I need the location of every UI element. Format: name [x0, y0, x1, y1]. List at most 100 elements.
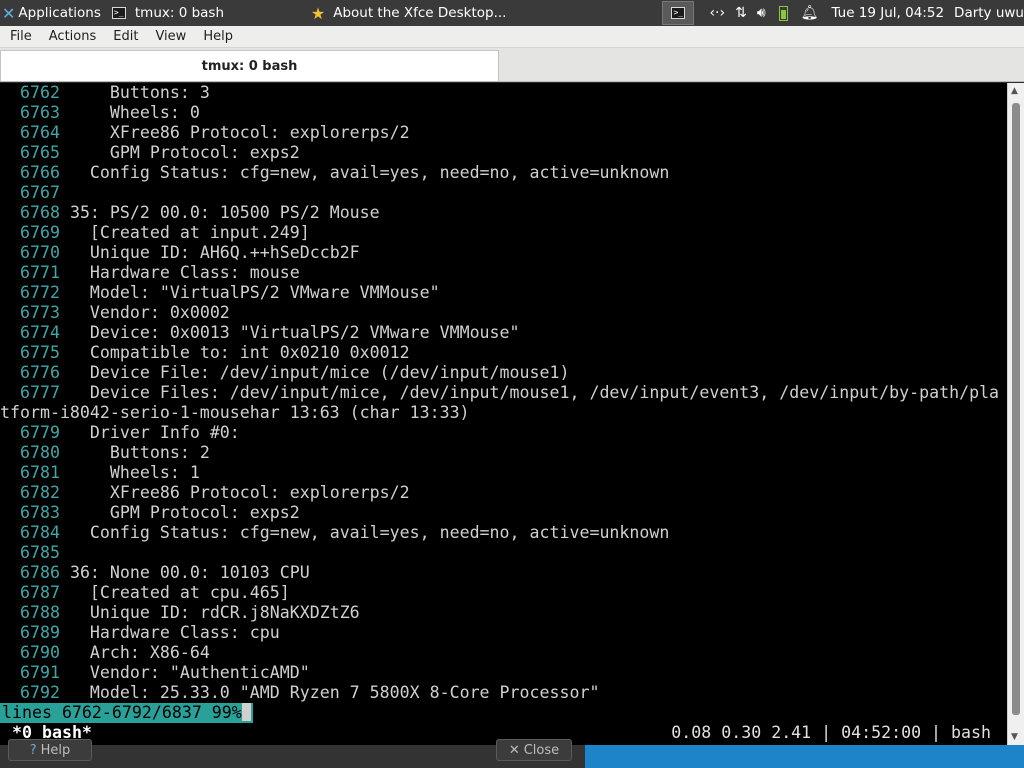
- line-number: 6789: [19, 623, 60, 642]
- help-label: Help: [40, 742, 71, 758]
- menu-view[interactable]: View: [145, 29, 193, 44]
- line-text: 36: None 00.0: 10103 CPU: [69, 563, 310, 582]
- line-number: 6780: [19, 443, 60, 462]
- line-number: 6771: [19, 263, 60, 282]
- terminal-output[interactable]: 6762 Buttons: 3 6763 Wheels: 0 6764 XFre…: [0, 83, 1007, 745]
- line-text: Buttons: 3: [69, 83, 210, 102]
- menu-actions[interactable]: Actions: [39, 29, 104, 44]
- line-text: Model: 25.33.0 "AMD Ryzen 7 5800X 8-Core…: [69, 683, 600, 702]
- notification-bell-icon[interactable]: 🔔︎: [801, 5, 819, 21]
- terminal-line: 6779 Driver Info #0:: [0, 423, 240, 443]
- terminal-line: 6777 Device Files: /dev/input/mice, /dev…: [0, 383, 999, 403]
- line-text: Unique ID: rdCR.j8NaKXDZtZ6: [69, 603, 360, 622]
- terminal-line: 6790 Arch: X86-64: [0, 643, 210, 663]
- line-text: XFree86 Protocol: explorerps/2: [69, 483, 410, 502]
- terminal-line: 6766 Config Status: cfg=new, avail=yes, …: [0, 163, 669, 183]
- line-text: Device File: /dev/input/mice (/dev/input…: [69, 363, 570, 382]
- menu-help[interactable]: Help: [193, 29, 240, 44]
- terminal-icon: >_: [671, 7, 686, 19]
- line-text: tform-i8042-serio-1-mousehar 13:63 (char…: [0, 403, 470, 422]
- line-number: 6779: [19, 423, 60, 442]
- background-dialog-strip: ? Help ✕ Close: [0, 739, 1024, 768]
- line-number: 6792: [19, 683, 60, 702]
- terminal-line: 6768 35: PS/2 00.0: 10500 PS/2 Mouse: [0, 203, 380, 223]
- terminal-line: 6784 Config Status: cfg=new, avail=yes, …: [0, 523, 669, 543]
- scroll-up-icon[interactable]: ▲: [1011, 86, 1018, 96]
- line-text: Wheels: 1: [69, 463, 200, 482]
- terminal-line: 6763 Wheels: 0: [0, 103, 200, 123]
- clock[interactable]: Tue 19 Jul, 04:52: [831, 5, 944, 21]
- line-number: 6770: [19, 243, 60, 262]
- line-text: Device: 0x0013 "VirtualPS/2 VMware VMMou…: [69, 323, 520, 342]
- terminal-line: 6771 Hardware Class: mouse: [0, 263, 300, 283]
- pager-status: lines 6762-6792/6837 99%: [0, 703, 253, 723]
- line-text: Hardware Class: cpu: [69, 623, 280, 642]
- terminal-line: 6769 [Created at input.249]: [0, 223, 310, 243]
- scrollbar-thumb[interactable]: [1012, 103, 1020, 715]
- network-icon[interactable]: ‹·›: [709, 5, 725, 21]
- tab-tmux[interactable]: tmux: 0 bash: [0, 50, 499, 81]
- line-number: 6787: [19, 583, 60, 602]
- line-text: Vendor: "AuthenticAMD": [69, 663, 310, 682]
- taskbar-item-about-xfce[interactable]: ★ About the Xfce Desktop...: [305, 0, 505, 26]
- terminal-line: 6775 Compatible to: int 0x0210 0x0012: [0, 343, 410, 363]
- line-text: [Created at input.249]: [69, 223, 310, 242]
- text-cursor: [241, 703, 251, 721]
- applications-menu[interactable]: ✕ Applications: [0, 0, 105, 26]
- menu-bar: File Actions Edit View Help: [0, 26, 1024, 48]
- star-icon: ★: [310, 3, 326, 23]
- line-text: Config Status: cfg=new, avail=yes, need=…: [69, 163, 670, 182]
- line-number: 6786: [19, 563, 60, 582]
- user-menu[interactable]: Darty uwu: [954, 5, 1024, 21]
- volume-icon[interactable]: 🔊︎: [757, 5, 766, 21]
- menu-file[interactable]: File: [0, 29, 39, 44]
- line-number: 6765: [19, 143, 60, 162]
- terminal-launcher-button[interactable]: >_: [662, 1, 695, 25]
- applications-label: Applications: [18, 5, 101, 21]
- line-text: Compatible to: int 0x0210 0x0012: [69, 343, 410, 362]
- line-text: GPM Protocol: exps2: [69, 143, 300, 162]
- close-button[interactable]: ✕ Close: [496, 739, 572, 761]
- terminal-line: 6773 Vendor: 0x0002: [0, 303, 230, 323]
- terminal-line: 6788 Unique ID: rdCR.j8NaKXDZtZ6: [0, 603, 360, 623]
- line-number: 6775: [19, 343, 60, 362]
- desktop-background: [585, 745, 1024, 768]
- network-transfer-icon[interactable]: ⇅: [735, 5, 747, 21]
- close-icon: ✕: [508, 742, 520, 758]
- line-number: 6790: [19, 643, 60, 662]
- system-tray: >_ ‹·› ⇅ 🔊︎ 🔔︎ Tue 19 Jul, 04:52 Darty u…: [662, 0, 1024, 26]
- terminal-line: 6780 Buttons: 2: [0, 443, 210, 463]
- line-text: 35: PS/2 00.0: 10500 PS/2 Mouse: [69, 203, 380, 222]
- help-icon: ?: [29, 742, 37, 758]
- terminal-line: 6774 Device: 0x0013 "VirtualPS/2 VMware …: [0, 323, 520, 343]
- line-number: 6783: [19, 503, 60, 522]
- terminal-line: 6770 Unique ID: AH6Q.++hSeDccb2F: [0, 243, 360, 263]
- pager-status-text: lines 6762-6792/6837 99%: [2, 703, 242, 722]
- close-label: Close: [523, 742, 560, 758]
- line-number: 6772: [19, 283, 60, 302]
- line-number: 6782: [19, 483, 60, 502]
- line-number: 6773: [19, 303, 60, 322]
- taskbar-item-terminal[interactable]: >_ tmux: 0 bash: [105, 0, 305, 26]
- taskbar-item-label: tmux: 0 bash: [134, 5, 225, 21]
- line-text: Wheels: 0: [69, 103, 200, 122]
- line-text: Config Status: cfg=new, avail=yes, need=…: [69, 523, 670, 542]
- terminal-line: 6783 GPM Protocol: exps2: [0, 503, 300, 523]
- line-number: 6791: [19, 663, 60, 682]
- line-number: 6776: [19, 363, 60, 382]
- line-number: 6785: [19, 543, 60, 562]
- terminal-line: 6782 XFree86 Protocol: explorerps/2: [0, 483, 410, 503]
- line-number: 6766: [19, 163, 60, 182]
- battery-icon[interactable]: [778, 5, 788, 21]
- menu-edit[interactable]: Edit: [103, 29, 145, 44]
- line-text: Driver Info #0:: [69, 423, 240, 442]
- xfce-logo-icon: ✕: [2, 3, 16, 23]
- line-number: 6767: [19, 183, 60, 202]
- scroll-down-icon[interactable]: ▼: [1011, 732, 1018, 742]
- terminal-line: 6762 Buttons: 3: [0, 83, 210, 103]
- terminal-line: 6792 Model: 25.33.0 "AMD Ryzen 7 5800X 8…: [0, 683, 599, 703]
- scrollbar[interactable]: ▲ ▼: [1007, 83, 1024, 745]
- tmux-status-right: 0.08 0.30 2.41 | 04:52:00 | bash: [671, 723, 991, 742]
- line-text: Arch: X86-64: [69, 643, 210, 662]
- help-button[interactable]: ? Help: [8, 739, 92, 761]
